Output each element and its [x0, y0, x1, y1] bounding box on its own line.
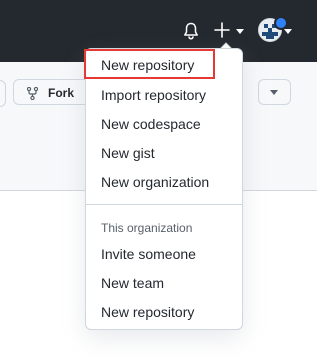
- highlight-annotation: [84, 49, 215, 79]
- repo-forked-icon: [27, 87, 38, 100]
- menu-item-new-gist[interactable]: New gist: [101, 145, 155, 162]
- fork-dropdown-button[interactable]: [258, 79, 291, 105]
- menu-section-header: This organization: [101, 221, 193, 235]
- chevron-down-icon[interactable]: [236, 29, 244, 34]
- menu-item-new-team[interactable]: New team: [101, 275, 164, 292]
- menu-item-new-organization[interactable]: New organization: [101, 174, 209, 191]
- notification-dot: [274, 16, 288, 30]
- plus-icon[interactable]: [214, 22, 230, 38]
- chevron-down-icon: [270, 90, 278, 95]
- repo-action-button[interactable]: [0, 80, 6, 107]
- menu-divider: [86, 204, 242, 205]
- bell-icon[interactable]: [183, 22, 199, 40]
- menu-item-org-new-repository[interactable]: New repository: [101, 304, 194, 321]
- menu-item-invite-someone[interactable]: Invite someone: [101, 246, 196, 263]
- menu-item-import-repository[interactable]: Import repository: [101, 87, 206, 104]
- fork-label: Fork: [48, 86, 75, 100]
- menu-item-new-codespace[interactable]: New codespace: [101, 116, 201, 133]
- chevron-down-icon[interactable]: [284, 29, 292, 34]
